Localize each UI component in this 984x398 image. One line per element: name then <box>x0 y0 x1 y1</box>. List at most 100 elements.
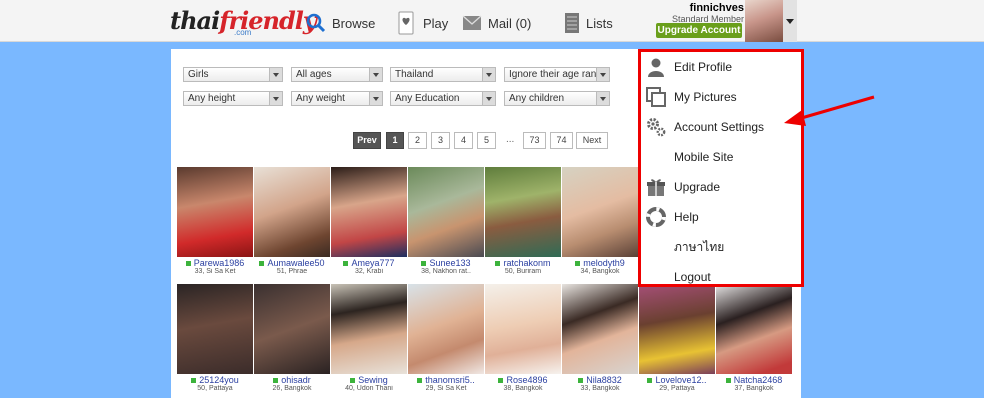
chevron-down-icon[interactable] <box>783 0 797 42</box>
profile-photo[interactable] <box>408 284 484 374</box>
children-select[interactable]: Any children <box>504 91 610 106</box>
profile-name-text: Sunee133 <box>429 258 471 268</box>
profile-name[interactable]: melodyth9 <box>562 258 638 268</box>
profile-photo[interactable] <box>408 167 484 257</box>
chevron-down-icon <box>369 68 382 81</box>
height-select-value: Any height <box>188 93 236 104</box>
profile-card[interactable]: Nila8832 33, Bangkok <box>562 284 638 392</box>
profile-name-text: ratchakonm <box>503 258 551 268</box>
profile-card[interactable]: thanomsri5.. 29, Si Sa Ket <box>408 284 484 392</box>
profile-name[interactable]: ratchakonm <box>485 258 561 268</box>
profile-name[interactable]: Natcha2468 <box>716 375 792 385</box>
weight-select[interactable]: Any weight <box>291 91 383 106</box>
profile-photo[interactable] <box>562 167 638 257</box>
nav-play[interactable]: Play <box>397 11 449 35</box>
menu-item-account-settings[interactable]: Account Settings <box>646 116 764 138</box>
profile-name[interactable]: Aumawalee50 <box>254 258 330 268</box>
avatar[interactable] <box>745 0 783 42</box>
profile-card[interactable]: ratchakonm 50, Buriram <box>485 167 561 275</box>
gender-select[interactable]: Girls <box>183 67 283 82</box>
country-select-value: Thailand <box>395 69 434 80</box>
prev-page-button[interactable]: Prev <box>353 132 381 149</box>
profile-card[interactable]: Rose4896 38, Bangkok <box>485 284 561 392</box>
height-select[interactable]: Any height <box>183 91 283 106</box>
page-button-3[interactable]: 3 <box>431 132 450 149</box>
profile-meta: 33, Si Sa Ket <box>194 268 236 275</box>
profile-name[interactable]: Ameya777 <box>331 258 407 268</box>
age-select[interactable]: All ages <box>291 67 383 82</box>
online-status-dot <box>417 378 423 384</box>
profile-name[interactable]: Sewing <box>331 375 407 385</box>
page-button-74[interactable]: 74 <box>550 132 573 149</box>
page-button-2[interactable]: 2 <box>408 132 427 149</box>
profile-card[interactable]: melodyth9 34, Bangkok <box>562 167 638 275</box>
profile-card[interactable]: Ameya777 32, Krabi <box>331 167 407 275</box>
online-status-dot <box>647 378 653 384</box>
profile-photo[interactable] <box>177 284 253 374</box>
profile-name-text: Sewing <box>358 375 388 385</box>
nav-mail[interactable]: Mail (0) <box>462 12 531 34</box>
menu-item-label: Account Settings <box>674 120 765 134</box>
search-icon <box>306 13 326 33</box>
profile-meta: 33, Bangkok <box>580 385 620 392</box>
profile-card[interactable]: 25124you 50, Pattaya <box>177 284 253 392</box>
profile-meta: 38, Nakhon rat.. <box>421 268 471 275</box>
menu-item-logout[interactable]: Logout <box>646 266 711 288</box>
profile-photo[interactable] <box>177 167 253 257</box>
page-button-5[interactable]: 5 <box>477 132 496 149</box>
profile-name[interactable]: Parewa1986 <box>177 258 253 268</box>
online-status-dot <box>725 378 731 384</box>
profile-name-text: ohisadr <box>281 375 311 385</box>
page-button-1[interactable]: 1 <box>386 132 404 149</box>
profile-name[interactable]: 25124you <box>177 375 253 385</box>
menu-item-mobile-site[interactable]: Mobile Site <box>646 146 733 168</box>
chevron-down-icon <box>369 92 382 105</box>
children-select-value: Any children <box>509 93 565 104</box>
profile-meta: 51, Phrae <box>276 268 308 275</box>
nav-play-label: Play <box>423 15 449 31</box>
profile-card[interactable]: Natcha2468 37, Bangkok <box>716 284 792 392</box>
page-button-73[interactable]: 73 <box>523 132 546 149</box>
menu-item-edit-profile[interactable]: Edit Profile <box>646 56 732 78</box>
profile-photo[interactable] <box>254 167 330 257</box>
profile-photo[interactable] <box>254 284 330 374</box>
profile-photo[interactable] <box>485 167 561 257</box>
profile-name[interactable]: Lovelove12.. <box>639 375 715 385</box>
profile-photo[interactable] <box>485 284 561 374</box>
profile-card[interactable]: Aumawalee50 51, Phrae <box>254 167 330 275</box>
profile-photo[interactable] <box>639 284 715 374</box>
menu-item-help[interactable]: Help <box>646 206 699 228</box>
next-page-button[interactable]: Next <box>576 132 608 149</box>
site-logo[interactable]: thaifriendly .com <box>170 6 317 38</box>
profile-name[interactable]: thanomsri5.. <box>408 375 484 385</box>
profile-meta: 38, Bangkok <box>503 385 543 392</box>
menu-item-my-pictures[interactable]: My Pictures <box>646 86 737 108</box>
profile-card[interactable]: Sewing 40, Udon Thani <box>331 284 407 392</box>
profile-name[interactable]: Rose4896 <box>485 375 561 385</box>
user-menu[interactable]: finnichves Standard Member Upgrade Accou… <box>656 0 797 42</box>
profile-photo[interactable] <box>562 284 638 374</box>
profile-name[interactable]: Nila8832 <box>562 375 638 385</box>
nav-browse[interactable]: Browse <box>306 12 375 34</box>
profile-card[interactable]: Sunee133 38, Nakhon rat.. <box>408 167 484 275</box>
profile-card[interactable]: Parewa1986 33, Si Sa Ket <box>177 167 253 275</box>
profile-name[interactable]: Sunee133 <box>408 258 484 268</box>
page-button-4[interactable]: 4 <box>454 132 473 149</box>
age-range-select[interactable]: Ignore their age range <box>504 67 610 82</box>
upgrade-account-button[interactable]: Upgrade Account <box>656 23 742 38</box>
menu-item-thai-language[interactable]: ภาษาไทย <box>646 236 724 258</box>
profile-photo[interactable] <box>331 284 407 374</box>
profile-card[interactable]: Lovelove12.. 29, Pattaya <box>639 284 715 392</box>
education-select[interactable]: Any Education <box>390 91 496 106</box>
profile-photo[interactable] <box>331 167 407 257</box>
lifebuoy-icon <box>646 207 666 227</box>
age-range-select-value: Ignore their age range <box>509 69 608 80</box>
menu-item-upgrade[interactable]: Upgrade <box>646 176 720 198</box>
profile-card[interactable]: ohisadr 26, Bangkok <box>254 284 330 392</box>
online-status-dot <box>575 261 581 267</box>
nav-lists[interactable]: Lists <box>564 12 613 34</box>
profile-name[interactable]: ohisadr <box>254 375 330 385</box>
country-select[interactable]: Thailand <box>390 67 496 82</box>
profile-photo[interactable] <box>716 284 792 374</box>
profile-name-text: Aumawalee50 <box>267 258 325 268</box>
